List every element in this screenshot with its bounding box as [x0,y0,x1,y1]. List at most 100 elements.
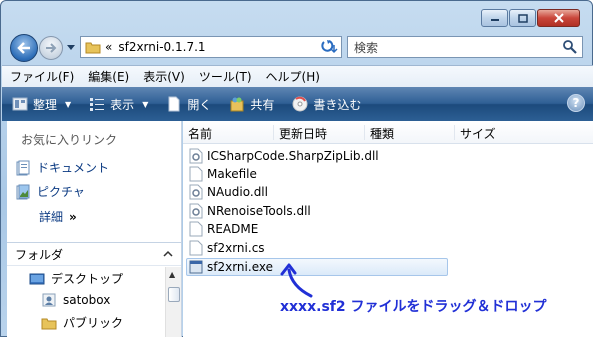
back-arrow-icon [17,42,30,54]
file-name: sf2xrni.exe [207,260,273,274]
tree-item-satobox[interactable]: satobox [41,292,110,308]
back-button[interactable] [10,34,38,62]
tree-item-label: satobox [63,293,111,307]
command-bar: 整理 ▼ 表示 ▼ 開く 共有 書き込む ? [2,87,593,121]
generic-file-icon [189,221,203,237]
user-folder-icon [42,293,56,307]
column-name[interactable]: 名前 [183,125,212,141]
address-bar[interactable]: « sf2xrni-0.1.7.1 [80,36,342,58]
file-item[interactable]: ICSharpCode.SharpZipLib.dll [189,147,379,165]
document-icon [168,96,180,112]
exe-file-icon [189,260,203,274]
folders-scrollbar[interactable]: ▲ [165,267,181,337]
views-label: 表示 [110,97,135,112]
favorite-links-title: お気に入りリンク [21,133,118,147]
search-icon[interactable] [562,39,578,55]
drag-drop-annotation: xxxx.sf2 ファイルをドラッグ＆ドロップ [280,299,547,315]
pictures-icon [16,184,30,199]
close-icon [553,13,564,23]
search-box[interactable]: 検索 [347,36,583,58]
file-name: NRenoiseTools.dll [207,204,311,218]
folders-label: フォルダ [15,247,64,262]
more-label: 詳細 [39,210,64,224]
file-item[interactable]: sf2xrni.cs [189,239,265,257]
column-size[interactable]: サイズ [454,125,496,141]
menu-edit[interactable]: 編集(E) [88,68,129,85]
open-label: 開く [187,97,212,112]
column-header-row: 名前 更新日時 種類 サイズ [183,121,593,144]
file-item-selected[interactable]: sf2xrni.exe [186,258,448,276]
share-button[interactable]: 共有 [229,96,274,113]
tree-item-desktop[interactable]: デスクトップ [29,270,123,287]
generic-file-icon [189,166,203,182]
dll-file-icon [189,184,203,200]
search-input[interactable]: 検索 [354,39,562,56]
chevron-down-icon [67,45,75,50]
dll-file-icon [189,203,203,219]
menu-tools[interactable]: ツール(T) [199,68,252,85]
file-item[interactable]: NAudio.dll [189,183,268,201]
forward-button[interactable] [39,36,63,60]
folder-icon [85,42,101,54]
file-item[interactable]: NRenoiseTools.dll [189,202,311,220]
minimize-icon [490,19,499,21]
file-item[interactable]: Makefile [189,165,257,183]
column-type[interactable]: 種類 [364,125,394,141]
explorer-window: « sf2xrni-0.1.7.1 検索 ファイル(F) 編集(E) 表示(V)… [0,0,593,337]
file-name: README [207,222,259,236]
file-name: ICSharpCode.SharpZipLib.dll [207,149,379,163]
maximize-button[interactable] [509,9,536,27]
scroll-up-icon[interactable]: ▲ [169,270,175,279]
close-button[interactable] [537,9,580,27]
burn-label: 書き込む [313,97,362,112]
minimize-button[interactable] [481,9,508,27]
drag-arrow-icon [280,263,313,298]
forward-arrow-icon [46,43,57,53]
burn-disc-icon [292,96,308,112]
tree-item-label: パブリック [63,316,124,330]
organize-label: 整理 [33,97,58,112]
favorites-more-link[interactable]: 詳細 » [39,208,77,225]
file-item[interactable]: README [189,220,258,238]
chevron-down-icon: ▼ [142,99,149,109]
open-button[interactable]: 開く [166,96,211,113]
file-name: NAudio.dll [207,185,268,199]
tree-item-label: デスクトップ [51,272,124,286]
help-icon: ? [572,96,580,110]
recent-pages-dropdown[interactable] [66,43,76,53]
favorite-pictures[interactable]: ピクチャ [15,183,85,200]
tree-item-public[interactable]: パブリック [41,314,123,331]
favorite-label: ドキュメント [37,161,110,175]
double-chevron-icon: » [69,209,77,224]
menu-file[interactable]: ファイル(F) [10,68,74,85]
share-label: 共有 [250,97,275,112]
folders-header[interactable]: フォルダ [7,242,181,266]
burn-button[interactable]: 書き込む [292,96,361,113]
folder-icon [41,318,57,329]
views-button[interactable]: 表示 ▼ [89,96,148,113]
address-overflow-chevron[interactable]: « [105,40,112,54]
menu-help[interactable]: ヘルプ(H) [266,68,320,85]
address-path[interactable]: sf2xrni-0.1.7.1 [118,40,341,54]
file-name: sf2xrni.cs [207,241,265,255]
share-icon [230,97,244,112]
views-icon [90,98,105,111]
desktop-icon [29,273,45,284]
scrollbar-thumb[interactable] [168,287,180,302]
menu-view[interactable]: 表示(V) [143,68,185,85]
caption-buttons [481,9,580,27]
chevron-down-icon: ▼ [65,99,72,109]
favorite-label: ピクチャ [37,185,85,199]
refresh-button[interactable] [318,38,340,56]
dll-file-icon [189,148,203,164]
maximize-icon [517,13,528,23]
help-button[interactable]: ? [567,94,585,112]
organize-button[interactable]: 整理 ▼ [12,96,71,113]
column-modified[interactable]: 更新日時 [273,125,327,141]
file-name: Makefile [207,167,257,181]
documents-icon [16,160,30,175]
navigation-pane: お気に入りリンク ドキュメント ピクチャ 詳細 » フォルダ デスクトップ sa… [7,121,182,337]
generic-file-icon [189,240,203,256]
favorite-documents[interactable]: ドキュメント [15,159,109,176]
organize-icon [12,97,28,111]
